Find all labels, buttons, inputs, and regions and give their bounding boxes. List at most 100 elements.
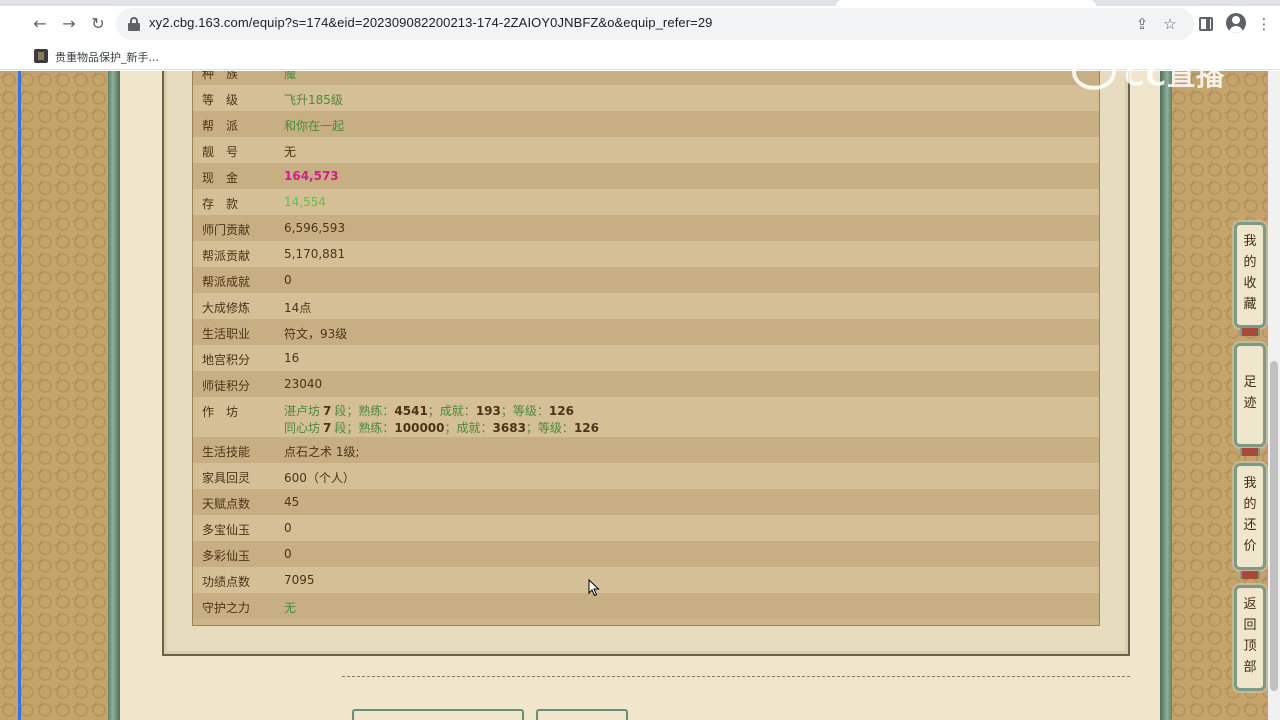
row-value: 点石之术 1级;	[284, 445, 360, 459]
row-label: 作 坊	[202, 405, 239, 419]
row-label: 生活职业	[202, 327, 251, 341]
my-offers-button[interactable]: 我的还价	[1234, 463, 1266, 570]
float-menu-char: 顶	[1243, 639, 1257, 654]
forward-arrow-icon[interactable]: →	[59, 14, 79, 34]
workshop-ach: 3683	[492, 421, 526, 435]
bookmark-star-icon[interactable]: ☆	[1160, 14, 1180, 34]
workshop-level: 7	[323, 404, 332, 418]
float-menu-char: 藏	[1243, 297, 1257, 312]
row-value: 23040	[284, 377, 323, 391]
left-edge-line	[18, 71, 21, 720]
workshop-line: 湛卢坊 7 段；熟练：4541；成就：193；等级：126	[284, 402, 574, 419]
float-menu-connector	[1240, 328, 1260, 336]
row-label: 地宫积分	[202, 353, 251, 367]
float-menu-char: 我	[1243, 476, 1257, 491]
row-label: 天赋点数	[202, 497, 251, 511]
table-row: 师徒积分 23040	[193, 371, 1099, 397]
float-menu-char: 的	[1243, 497, 1257, 512]
table-row: 地宫积分 16	[193, 345, 1099, 371]
table-row: 生活职业 符文，93级	[193, 319, 1099, 345]
row-value: 0	[284, 273, 292, 287]
table-row: 靓 号无	[193, 137, 1099, 163]
table-row: 多宝仙玉 0	[193, 515, 1099, 541]
table-row: 守护之力 无	[193, 593, 1099, 619]
workshop-grade: 126	[548, 404, 574, 418]
page-background: 种 族魔等 级飞升185级帮 派和你在一起靓 号无现 金 164,573 存 款 14…	[0, 71, 1280, 720]
bottom-secondary-button[interactable]	[536, 709, 628, 720]
row-value: 无	[284, 601, 297, 615]
row-value: 14点	[284, 301, 312, 315]
browser-toolbar: ← → ↻ xy2.cbg.163.com/equip?s=174&eid=20…	[0, 6, 1280, 42]
workshop-name: 同心坊	[284, 421, 321, 435]
side-panel-icon[interactable]	[1199, 17, 1213, 31]
row-value: 7095	[284, 573, 315, 587]
address-bar[interactable]: xy2.cbg.163.com/equip?s=174&eid=20230908…	[116, 8, 1194, 40]
workshop-row: 作 坊湛卢坊 7 段；熟练：4541；成就：193；等级：126 同心坊 7 段；熟练：1…	[193, 397, 1099, 437]
reload-icon[interactable]: ↻	[88, 14, 108, 34]
float-menu-char: 的	[1243, 255, 1257, 270]
back-to-top-button[interactable]: 返回顶部	[1234, 585, 1266, 691]
table-row: 帮派贡献 5,170,881	[193, 241, 1099, 267]
row-value: 飞升185级	[284, 93, 343, 107]
table-row: 帮派成就 0	[193, 267, 1099, 293]
workshop-name: 湛卢坊	[284, 404, 321, 418]
float-menu-char: 收	[1243, 276, 1257, 291]
workshop-skill: 4541	[394, 404, 428, 418]
row-label: 帮 派	[202, 119, 239, 133]
table-row: 功绩点数 7095	[193, 567, 1099, 593]
back-arrow-icon[interactable]: ←	[30, 14, 50, 34]
row-label: 功绩点数	[202, 575, 251, 589]
watermark-text: CC直播	[1124, 59, 1226, 92]
my-favorites-button[interactable]: 我的收藏	[1234, 222, 1266, 328]
row-label: 守护之力	[202, 601, 251, 615]
float-menu-char: 还	[1243, 518, 1257, 533]
lock-icon[interactable]	[128, 17, 140, 31]
footprint-button[interactable]: 足迹	[1234, 343, 1266, 447]
scrollbar-thumb[interactable]	[1270, 361, 1278, 691]
row-label: 种 族	[202, 71, 239, 81]
content-area: 种 族魔等 级飞升185级帮 派和你在一起靓 号无现 金 164,573 存 款 14…	[120, 71, 1160, 720]
profile-avatar-icon[interactable]	[1226, 13, 1246, 33]
table-row: 大成修炼 14点	[193, 293, 1099, 319]
bookmark-item[interactable]: 贵重物品保护_新手...	[55, 49, 159, 65]
row-label: 师徒积分	[202, 379, 251, 393]
row-label: 等 级	[202, 93, 239, 107]
row-value: 0	[284, 547, 292, 561]
bottom-action-button[interactable]	[352, 709, 524, 720]
workshop-ach-label: ；成就：	[427, 404, 476, 418]
workshop-ach: 193	[475, 404, 501, 418]
row-value: 符文，93级	[284, 327, 348, 341]
table-row: 帮 派 和你在一起	[193, 111, 1099, 137]
table-row: 存 款 14,554	[193, 189, 1099, 215]
mouse-cursor-icon	[588, 579, 600, 597]
float-menu-char: 价	[1243, 539, 1257, 554]
more-menu-icon[interactable]: ⋮	[1254, 14, 1274, 34]
table-row: 天赋点数 45	[193, 489, 1099, 515]
float-menu-char: 足	[1243, 375, 1257, 390]
workshop-line: 同心坊 7 段；熟练：100000；成就：3683；等级：126	[284, 419, 599, 436]
row-value: 和你在一起	[284, 119, 345, 133]
table-row: 现 金 164,573	[193, 163, 1099, 189]
workshop-seg: 段；熟练：	[334, 421, 395, 435]
row-value: 164,573	[284, 169, 339, 183]
workshop-skill: 100000	[394, 421, 445, 435]
workshop-grade-label: ；等级：	[500, 404, 549, 418]
row-label: 现 金	[202, 171, 239, 185]
row-value: 无	[284, 145, 297, 159]
frame-right-border	[1160, 71, 1172, 720]
watermark-logo: CC直播	[1068, 52, 1244, 92]
workshop-grade: 126	[573, 421, 599, 435]
row-value: 45	[284, 495, 300, 509]
float-menu-connector	[1240, 571, 1260, 579]
row-value: 600（个人）	[284, 471, 355, 485]
row-label: 家具回灵	[202, 471, 251, 485]
frame-left-border	[108, 71, 120, 720]
table-row: 种 族魔	[193, 71, 1099, 85]
page-scrollbar[interactable]	[1268, 71, 1280, 720]
row-label: 多彩仙玉	[202, 549, 251, 563]
row-label: 多宝仙玉	[202, 523, 251, 537]
row-value: 0	[284, 521, 292, 535]
share-icon[interactable]: ⇪	[1132, 14, 1152, 34]
row-label: 靓 号	[202, 145, 239, 159]
url-text[interactable]: xy2.cbg.163.com/equip?s=174&eid=20230908…	[149, 15, 713, 30]
